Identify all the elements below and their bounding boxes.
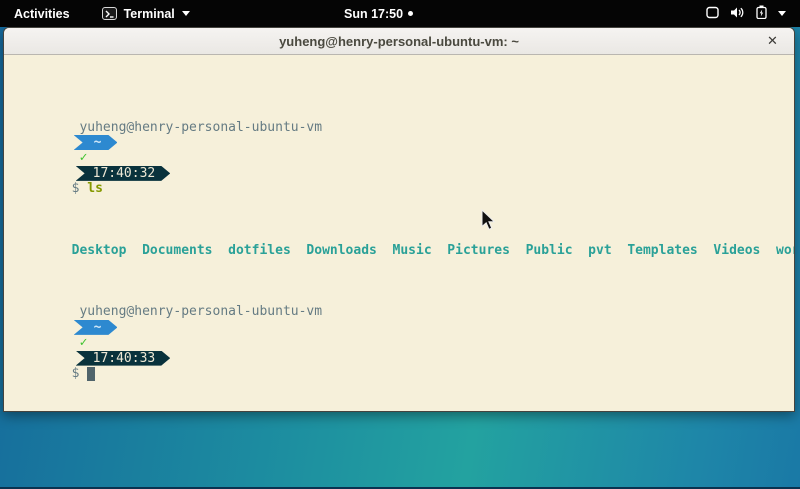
powerline-time-segment: 17:40:32 xyxy=(76,166,171,181)
prompt-char: $ xyxy=(72,181,88,196)
chevron-down-icon xyxy=(182,11,190,16)
top-bar: Activities Terminal Sun 17:50 xyxy=(0,0,800,27)
system-menu-chevron xyxy=(778,11,786,16)
prompt-line-2: yuheng@henry-personal-ubuntu-vm ~ ✓ 17:4… xyxy=(9,289,794,304)
app-menu-terminal[interactable]: Terminal xyxy=(102,7,190,21)
terminal-content[interactable]: yuheng@henry-personal-ubuntu-vm ~ ✓ 17:4… xyxy=(4,56,794,411)
desktop: Activities Terminal Sun 17:50 xyxy=(0,0,800,489)
terminal-app-icon xyxy=(102,7,117,20)
prompt-host: yuheng@henry-personal-ubuntu-vm xyxy=(72,304,322,319)
window-title: yuheng@henry-personal-ubuntu-vm: ~ xyxy=(279,34,519,49)
directory-list: Desktop Documents dotfiles Downloads Mus… xyxy=(72,243,795,258)
powerline-time-segment: 17:40:33 xyxy=(76,351,171,366)
status-check-icon: ✓ xyxy=(72,335,91,350)
clock-button[interactable]: Sun 17:50 xyxy=(344,0,413,27)
status-check-icon: ✓ xyxy=(72,150,91,165)
volume-icon xyxy=(730,6,745,22)
close-icon[interactable]: ✕ xyxy=(764,33,781,50)
prompt-line-1: yuheng@henry-personal-ubuntu-vm ~ ✓ 17:4… xyxy=(9,104,794,119)
window-titlebar[interactable]: yuheng@henry-personal-ubuntu-vm: ~ ✕ xyxy=(4,28,794,55)
terminal-window: yuheng@henry-personal-ubuntu-vm: ~ ✕ yuh… xyxy=(3,27,795,412)
clock-label: Sun 17:50 xyxy=(344,7,403,21)
powerline-path-segment: ~ xyxy=(74,320,118,335)
powerline-path-segment: ~ xyxy=(74,135,118,150)
prompt-char: $ xyxy=(72,366,88,381)
command-text: ls xyxy=(87,181,103,196)
prompt-host: yuheng@henry-personal-ubuntu-vm xyxy=(72,120,322,135)
notification-dot xyxy=(408,11,413,16)
terminal-cursor xyxy=(87,367,95,381)
system-status-area[interactable] xyxy=(702,0,790,27)
activities-button[interactable]: Activities xyxy=(10,5,74,23)
ls-output-line: Desktop Documents dotfiles Downloads Mus… xyxy=(9,227,794,242)
app-menu-label: Terminal xyxy=(124,7,175,21)
battery-charging-icon xyxy=(756,5,767,22)
screen-icon xyxy=(706,6,719,22)
